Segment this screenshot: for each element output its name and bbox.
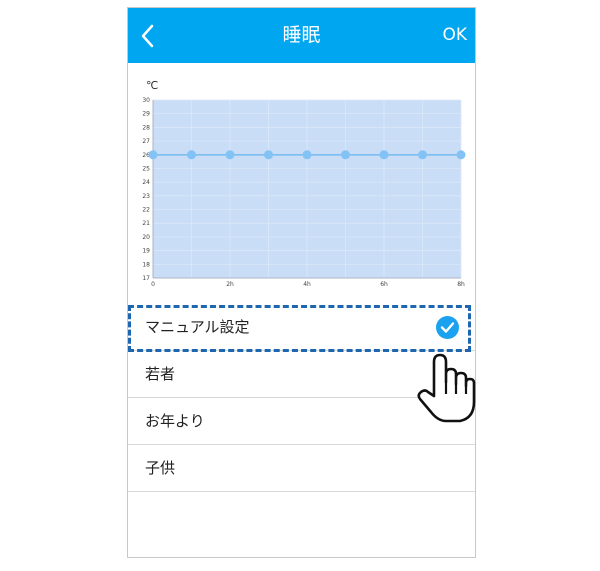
phone-screen: 睡眠 OK ℃ 17 18 19 20 21 22 23 24 25 26 27 28 29 30 0 2h 4h… — [127, 7, 476, 558]
data-point — [456, 150, 466, 160]
pointing-hand-icon — [417, 353, 476, 423]
y-tick-label: 30 — [142, 97, 150, 104]
ok-button[interactable]: OK — [442, 8, 467, 63]
x-tick-label: 8h — [457, 281, 465, 288]
y-tick-label: 19 — [142, 248, 150, 255]
list-item-label: 子供 — [145, 459, 176, 477]
y-tick-label: 20 — [142, 234, 150, 241]
y-tick-label: 25 — [142, 165, 150, 172]
y-tick-label: 21 — [142, 220, 150, 227]
y-tick-label: 23 — [142, 193, 150, 200]
y-tick-label: 18 — [142, 261, 150, 268]
data-point — [418, 150, 427, 160]
check-circle-icon — [436, 316, 459, 339]
data-point — [225, 150, 235, 160]
header-bar: 睡眠 OK — [128, 8, 475, 63]
data-point — [148, 150, 158, 160]
y-tick-label: 22 — [142, 207, 150, 214]
temperature-chart: ℃ 17 18 19 20 21 22 23 24 25 26 27 28 29 30 0 2h 4h 6h 8h — [128, 72, 475, 297]
list-item-label: お年より — [145, 412, 205, 430]
list-item-manual[interactable]: マニュアル設定 — [128, 304, 475, 351]
y-tick-label: 24 — [142, 179, 150, 186]
x-tick-label: 4h — [303, 281, 311, 288]
list-item-children[interactable]: 子供 — [128, 445, 475, 492]
y-tick-label: 17 — [142, 275, 150, 282]
list-item-label: 若者 — [145, 365, 176, 383]
y-tick-label: 29 — [142, 111, 150, 118]
x-tick-label: 6h — [380, 281, 388, 288]
y-axis-unit: ℃ — [146, 79, 158, 92]
page-title: 睡眠 — [282, 24, 321, 46]
x-tick-label: 2h — [226, 281, 234, 288]
data-point — [187, 150, 196, 160]
y-tick-label: 28 — [142, 124, 150, 131]
data-point — [341, 150, 350, 160]
list-item-label: マニュアル設定 — [145, 318, 250, 336]
data-point — [302, 150, 312, 160]
data-point — [264, 150, 273, 160]
x-tick-label: 0 — [151, 281, 155, 288]
y-tick-label: 27 — [142, 138, 150, 145]
chart-svg: ℃17181920212223242526272829300 2h 4h 6h 8h — [142, 79, 466, 288]
data-point — [379, 150, 389, 160]
